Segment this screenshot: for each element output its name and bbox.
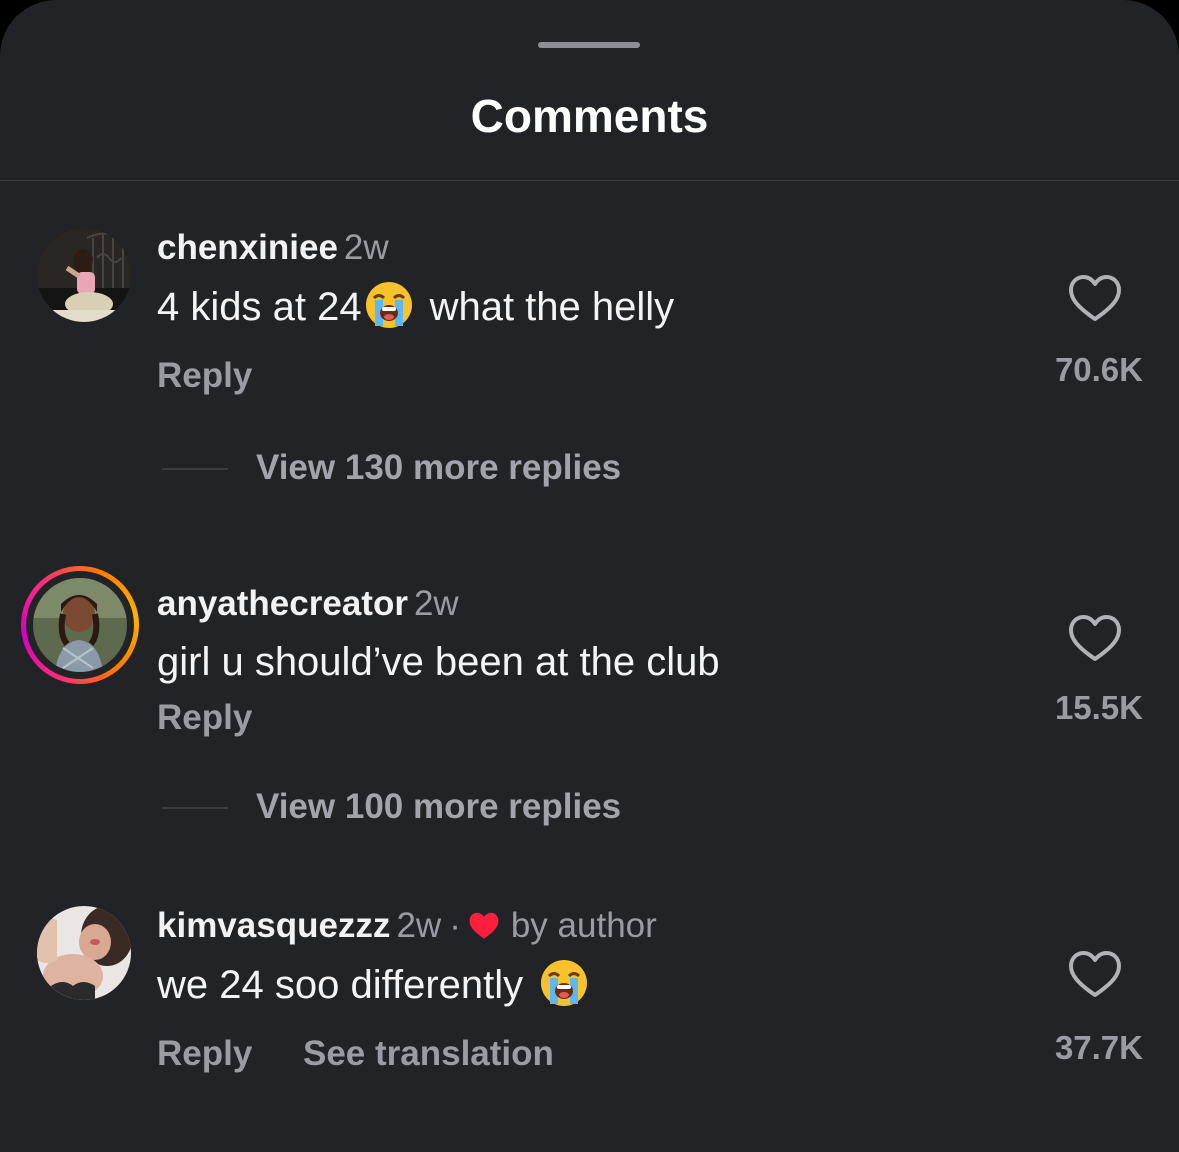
view-more-replies[interactable]: View 130 more replies xyxy=(0,444,1179,494)
comment-item: anyathecreator 2w girl u should’ve been a… xyxy=(0,566,1179,784)
header-divider xyxy=(0,180,1179,181)
comment-item: chenxiniee 2w 4 kids at 24 what the helly… xyxy=(0,228,1179,428)
view-replies-label[interactable]: View 100 more replies xyxy=(256,785,621,829)
see-translation-button[interactable]: See translation xyxy=(303,1032,554,1076)
heart-outline-icon[interactable] xyxy=(1068,950,1122,1000)
story-ring[interactable] xyxy=(21,566,139,684)
comment-item: kimvasquezzz 2w · by author we 24 soo diff… xyxy=(0,906,1179,1106)
reply-button[interactable]: Reply xyxy=(157,354,252,398)
comment-text-part: we 24 soo differently xyxy=(157,963,524,1007)
comment-text-part: what the helly xyxy=(429,285,675,329)
comment-text: we 24 soo differently xyxy=(157,958,595,1021)
username[interactable]: chenxiniee xyxy=(157,228,338,267)
liked-by-author-heart-icon xyxy=(467,908,501,952)
comment-meta: kimvasquezzz 2w · by author xyxy=(157,904,657,948)
reply-button[interactable]: Reply xyxy=(157,696,252,740)
avatar[interactable] xyxy=(33,578,127,672)
heart-outline-icon[interactable] xyxy=(1068,274,1122,324)
username[interactable]: kimvasquezzz xyxy=(157,906,390,945)
replies-connector-line xyxy=(162,468,228,470)
like-count: 15.5K xyxy=(1054,689,1143,726)
comment-text: girl u should’ve been at the club xyxy=(157,640,720,684)
view-replies-label[interactable]: View 130 more replies xyxy=(256,446,621,490)
heart-outline-icon[interactable] xyxy=(1068,614,1122,664)
comment-meta: chenxiniee 2w xyxy=(157,226,389,270)
loudly-crying-face-icon xyxy=(364,280,414,343)
comment-meta: anyathecreator 2w xyxy=(157,582,459,626)
username[interactable]: anyathecreator xyxy=(157,584,408,623)
comments-sheet: Comments chenxiniee 2w 4 kids at 24 what… xyxy=(0,0,1179,1152)
like-count: 37.7K xyxy=(1054,1029,1143,1066)
comment-age: 2w xyxy=(396,906,442,945)
meta-separator: · xyxy=(449,906,461,945)
view-more-replies[interactable]: View 100 more replies xyxy=(0,783,1179,833)
liked-by-author-label: by author xyxy=(510,906,657,945)
avatar[interactable] xyxy=(37,906,131,1000)
comment-text: 4 kids at 24 what the helly xyxy=(157,280,674,343)
comment-age: 2w xyxy=(343,228,389,267)
comment-age: 2w xyxy=(413,584,459,623)
comment-text-part: 4 kids at 24 xyxy=(157,285,362,329)
sheet-grabber-handle[interactable] xyxy=(538,42,640,48)
loudly-crying-face-icon xyxy=(539,958,589,1021)
replies-connector-line xyxy=(162,807,228,809)
avatar[interactable] xyxy=(37,228,131,322)
like-count: 70.6K xyxy=(1054,351,1143,388)
reply-button[interactable]: Reply xyxy=(157,1032,252,1076)
sheet-title: Comments xyxy=(470,90,709,142)
